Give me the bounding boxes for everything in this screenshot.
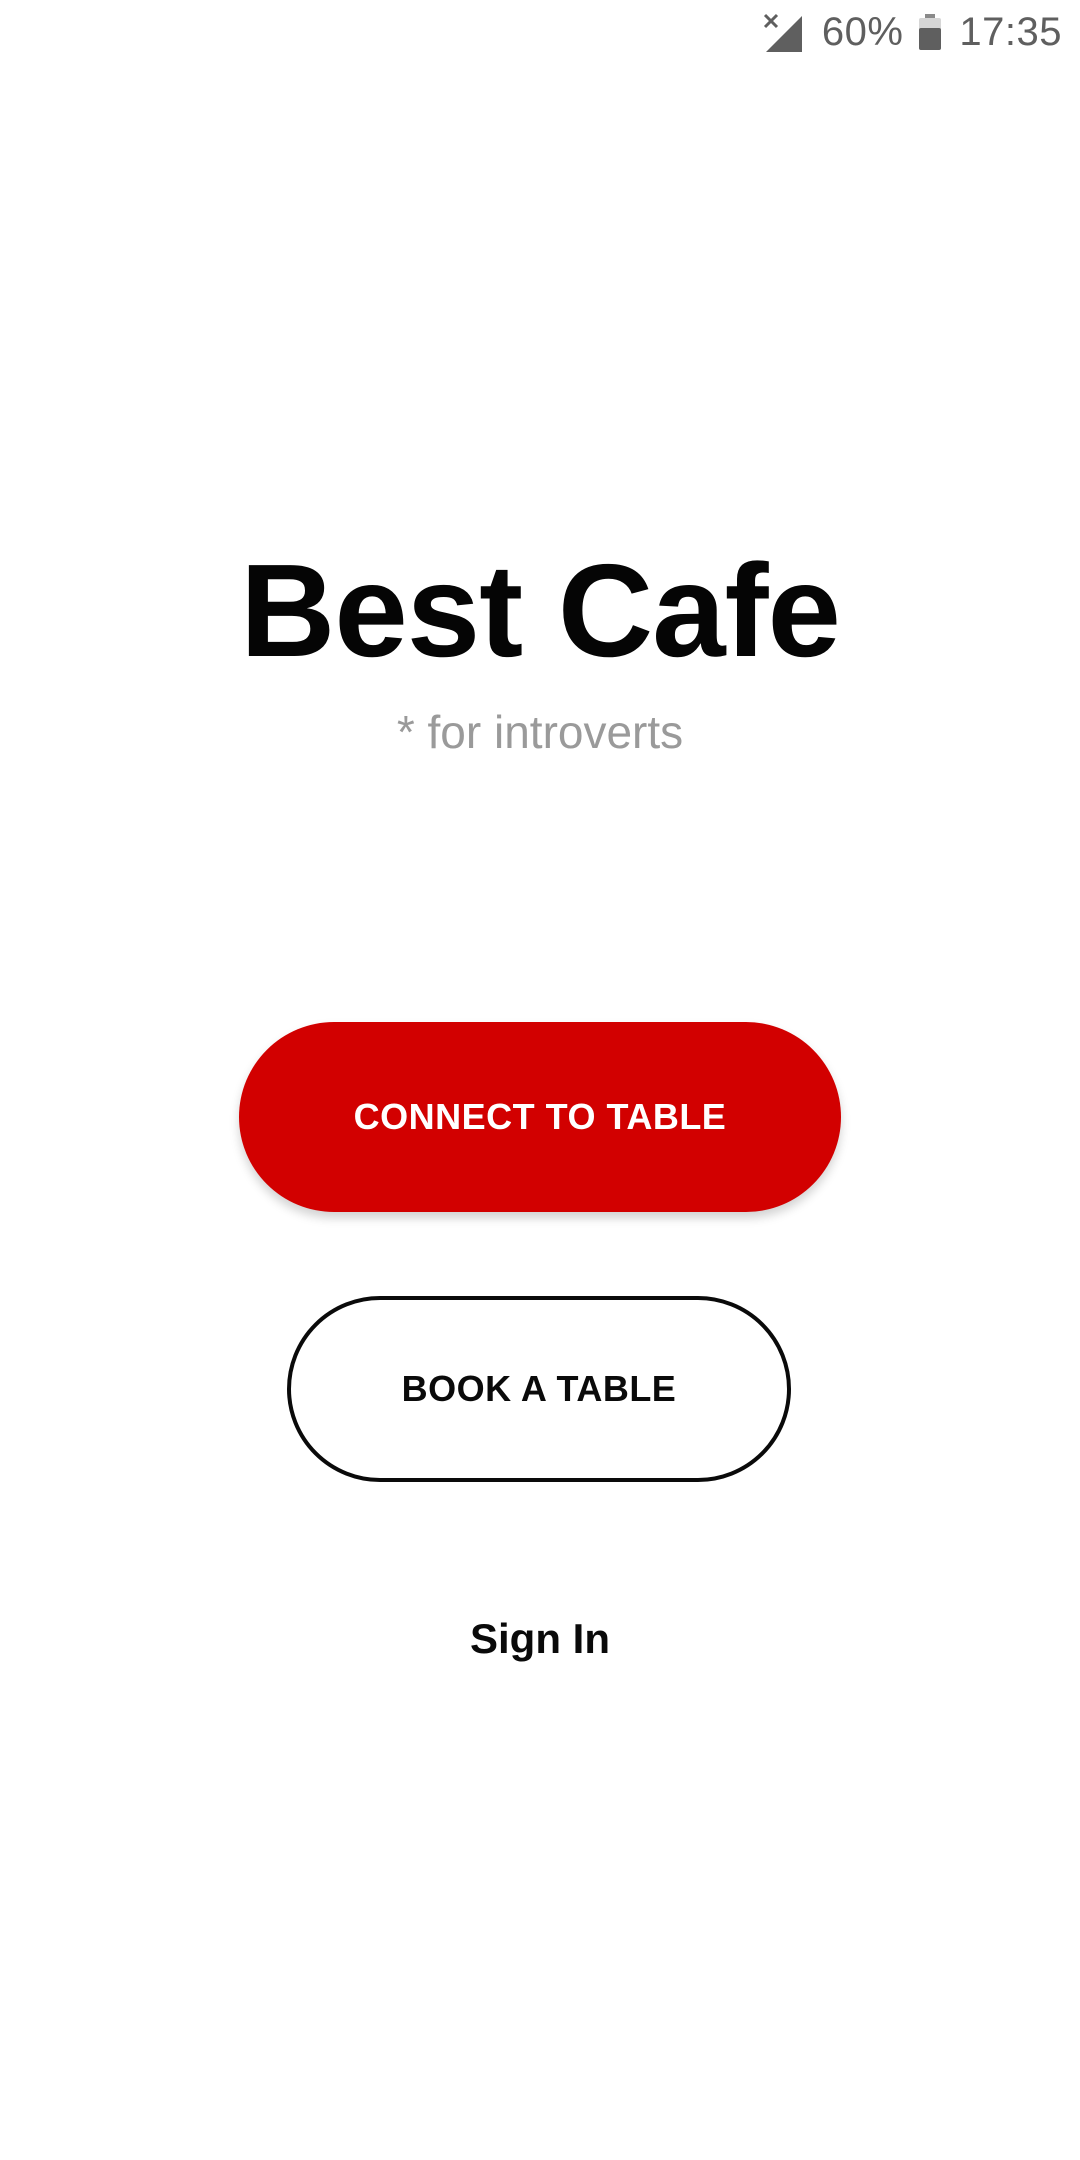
app-subtitle: * for introverts [396,706,684,758]
app-title: Best Cafe [240,537,841,684]
connect-to-table-button[interactable]: CONNECT TO TABLE [239,1022,841,1212]
app-screen: 60% 17:35 Best Cafe * for introverts CON… [0,0,1080,2160]
sign-in-link[interactable]: Sign In [0,1615,1080,1663]
status-bar: 60% 17:35 [762,0,1080,64]
status-time: 17:35 [959,9,1062,54]
signal-no-service-icon [762,12,802,52]
battery-icon [919,14,942,50]
battery-percentage: 60% [821,9,904,54]
book-a-table-button[interactable]: BOOK A TABLE [287,1296,791,1482]
